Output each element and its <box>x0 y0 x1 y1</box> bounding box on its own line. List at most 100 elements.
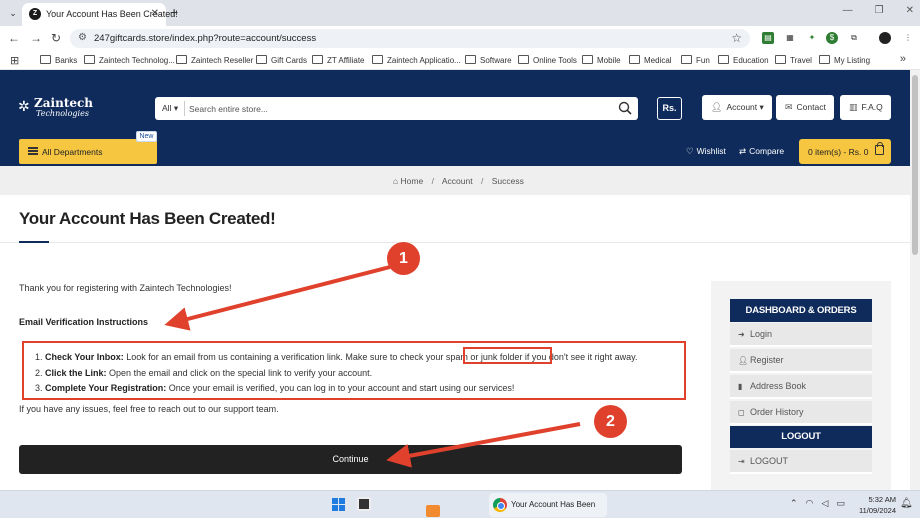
back-arrow-icon[interactable]: ← <box>8 31 20 45</box>
extension-4-icon[interactable]: $ <box>826 32 838 44</box>
search-icon[interactable] <box>618 101 632 115</box>
shopping-bag-icon <box>875 142 884 155</box>
new-badge: New <box>136 131 157 142</box>
faq-button[interactable]: ▥ F.A.Q <box>840 95 891 120</box>
taskbar-app-icon[interactable] <box>357 497 371 511</box>
page-scrollbar[interactable] <box>910 70 920 490</box>
windows-taskbar: Your Account Has Been ⌃ ◠ ◁ ▭ 5:32 AM 11… <box>0 490 920 518</box>
add-user-icon: 👤︎ <box>738 356 749 365</box>
breadcrumb: ⌂ Home / Account / Success <box>0 166 910 195</box>
battery-icon[interactable]: ▭ <box>836 498 845 509</box>
browser-menu-icon[interactable]: ⋮ <box>902 32 914 44</box>
home-icon: ⌂ <box>393 176 399 186</box>
bag-icon: ◻ <box>738 408 745 417</box>
url-text: 247giftcards.store/index.php?route=accou… <box>94 33 317 44</box>
support-message: If you have any issues, feel free to rea… <box>19 404 279 414</box>
all-departments-button[interactable]: All Departments <box>19 139 157 164</box>
wishlist-link[interactable]: ♡ Wishlist <box>686 146 726 157</box>
taskbar-chrome-window[interactable]: Your Account Has Been <box>489 493 607 517</box>
logo-mark-icon: ✲ <box>18 98 30 114</box>
bookmark-item[interactable]: Mobile <box>582 55 621 65</box>
bookmark-item[interactable]: Education <box>718 55 769 65</box>
book-icon: ▥ <box>849 102 858 112</box>
browser-tab-bar: ⌄ Z Your Account Has Been Created! ✕ + —… <box>0 0 920 26</box>
bookmark-item[interactable]: ZT Affiliate <box>312 55 365 65</box>
compare-link[interactable]: ⇄ Compare <box>739 146 784 157</box>
minimize-icon[interactable]: — <box>843 5 853 16</box>
breadcrumb-home[interactable]: Home <box>401 176 424 186</box>
taskbar-app-icon[interactable] <box>426 505 440 517</box>
tab-close-icon[interactable]: ✕ <box>151 8 159 19</box>
apps-grid-icon[interactable]: ⊞ <box>10 54 19 67</box>
arrow-1 <box>164 265 391 331</box>
search-bar: All ▾ <box>155 97 638 120</box>
spam-folder-highlight-box <box>463 347 552 364</box>
tab-search-chevron-icon[interactable]: ⌄ <box>5 5 21 21</box>
search-category-select[interactable]: All ▾ <box>162 103 178 114</box>
sidebar-item-address-book[interactable]: ▮ Address Book <box>730 375 872 399</box>
sidebar-item-order-history[interactable]: ◻ Order History <box>730 401 872 425</box>
list-item: 3. Complete Your Registration: Once your… <box>35 383 515 393</box>
hamburger-menu-icon <box>28 147 38 155</box>
user-icon: 👤︎ <box>711 102 723 112</box>
tray-chevron-icon[interactable]: ⌃ <box>790 498 798 509</box>
bookmark-item[interactable]: Fun <box>681 55 710 65</box>
currency-button[interactable]: Rs. <box>657 97 682 120</box>
search-input[interactable] <box>189 100 609 117</box>
contact-button[interactable]: ✉ Contact <box>776 95 834 120</box>
cart-button[interactable]: 0 item(s) - Rs. 0 <box>799 139 891 164</box>
sidebar-item-login[interactable]: ➜ Login <box>730 323 872 347</box>
bookmark-item[interactable]: Zaintech Technolog... <box>84 55 175 65</box>
list-item: 2. Click the Link: Open the email and cl… <box>35 367 373 378</box>
instructions-list: 1. Check Your Inbox: Look for an email f… <box>22 341 686 400</box>
close-window-icon[interactable]: ✕ <box>906 5 914 16</box>
new-tab-plus-icon[interactable]: + <box>170 4 178 20</box>
extensions-puzzle-icon[interactable]: ⧉ <box>848 32 860 44</box>
logout-heading: LOGOUT <box>730 426 872 448</box>
extension-2-icon[interactable]: ▦ <box>784 32 796 44</box>
logout-icon: ⇥ <box>738 457 745 466</box>
bookmark-item[interactable]: Online Tools <box>518 55 577 65</box>
bookmark-item[interactable]: Travel <box>775 55 812 65</box>
site-favicon-icon: Z <box>29 8 41 20</box>
envelope-icon: ✉ <box>785 102 793 112</box>
site-logo[interactable]: ✲ Zaintech Technologies <box>18 96 93 122</box>
continue-button[interactable]: Continue <box>19 445 682 474</box>
window-controls: — ❐ ✕ <box>843 5 914 16</box>
scrollbar-thumb[interactable] <box>912 75 918 255</box>
bookmark-item[interactable]: Zaintech Reseller <box>176 55 253 65</box>
annotation-badge-2: 2 <box>594 405 627 438</box>
breadcrumb-account[interactable]: Account <box>442 176 473 186</box>
account-button[interactable]: 👤︎ Account ▾ <box>702 95 772 120</box>
compare-arrows-icon: ⇄ <box>739 146 747 156</box>
reload-icon[interactable]: ↻ <box>51 31 61 45</box>
sidebar-heading: DASHBOARD & ORDERS <box>730 299 872 322</box>
bookmark-item[interactable]: Gift Cards <box>256 55 307 65</box>
bookmark-item[interactable]: My Listing <box>819 55 870 65</box>
restore-icon[interactable]: ❐ <box>875 5 884 16</box>
browser-toolbar: ← → ↻ ⚙ 247giftcards.store/index.php?rou… <box>0 26 920 51</box>
bookmark-star-icon[interactable]: ☆ <box>731 31 742 45</box>
address-bar[interactable]: ⚙ 247giftcards.store/index.php?route=acc… <box>70 29 750 48</box>
bookmark-item[interactable]: Zaintech Applicatio... <box>372 55 461 65</box>
site-info-icon[interactable]: ⚙ <box>78 32 87 43</box>
wifi-icon[interactable]: ◠ <box>806 498 814 509</box>
browser-tab[interactable]: Z Your Account Has Been Created! ✕ <box>22 3 178 26</box>
sidebar-item-register[interactable]: 👤︎ Register <box>730 349 872 373</box>
bookmark-item[interactable]: Banks <box>40 55 77 65</box>
windows-start-icon[interactable] <box>332 498 345 511</box>
logo-subtitle: Technologies <box>36 109 89 118</box>
notification-bell-icon[interactable]: 🔔︎ <box>900 498 913 509</box>
forward-arrow-icon[interactable]: → <box>30 31 42 45</box>
bookmarks-overflow-icon[interactable]: » <box>900 53 906 65</box>
sidebar-item-logout[interactable]: ⇥ LOGOUT <box>730 450 872 474</box>
extension-1-icon[interactable]: ▤ <box>762 32 774 44</box>
volume-icon[interactable]: ◁ <box>821 498 828 509</box>
extension-3-icon[interactable]: ✦ <box>806 32 818 44</box>
heart-icon: ♡ <box>686 146 694 156</box>
profile-avatar[interactable] <box>879 32 891 44</box>
breadcrumb-success[interactable]: Success <box>492 176 524 186</box>
bookmark-item[interactable]: Software <box>465 55 512 65</box>
bookmark-item[interactable]: Medical <box>629 55 672 65</box>
taskbar-clock[interactable]: 5:32 AM 11/09/2024 <box>856 494 896 516</box>
